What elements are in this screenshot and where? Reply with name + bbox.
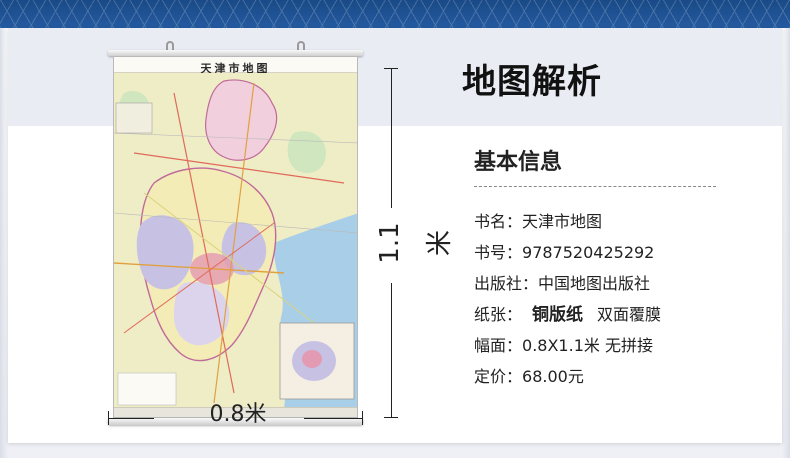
info-row-price: 定价：68.00元 [474, 366, 584, 388]
section-title: 基本信息 [474, 150, 563, 175]
height-line-bottom [391, 283, 392, 418]
size-label: 幅面： [474, 336, 523, 355]
info-row-publisher: 出版社：中国地图出版社 [474, 273, 650, 295]
map-title-bar: 天津市地图 [114, 57, 357, 75]
info-row-isbn: 书号：9787520425292 [474, 242, 654, 264]
width-tick-right [362, 411, 363, 425]
map-illustration [114, 73, 357, 409]
name-value: 天津市地图 [522, 212, 603, 231]
left-shadow [0, 28, 8, 458]
panel-title: 地图解析 [462, 62, 602, 102]
publisher-label: 出版社： [474, 274, 539, 293]
width-label: 0.8米 [209, 402, 267, 427]
banner-pattern [0, 0, 790, 28]
height-label: 1.1米 [375, 222, 455, 264]
wall-map-image: 天津市地图 [108, 41, 363, 425]
width-line-left [108, 418, 154, 419]
size-value: 0.8X1.1米 无拼接 [522, 336, 653, 355]
price-label: 定价： [474, 367, 523, 386]
isbn-label: 书号： [474, 243, 523, 262]
height-tick-bottom [384, 417, 398, 418]
right-shadow [782, 28, 790, 458]
paper-value: 铜版纸 [532, 305, 584, 325]
name-label: 书名： [474, 212, 523, 231]
info-row-name: 书名：天津市地图 [474, 211, 602, 233]
section-divider [474, 186, 716, 187]
isbn-value: 9787520425292 [522, 243, 655, 262]
paper-label: 纸张： [474, 305, 523, 324]
map-sheet: 天津市地图 [113, 56, 358, 418]
top-banner [0, 0, 790, 28]
price-value: 68.00元 [522, 367, 584, 386]
width-line-right [304, 418, 362, 419]
height-line-top [391, 68, 392, 208]
paper-extra: 双面覆膜 [597, 305, 662, 324]
publisher-value: 中国地图出版社 [538, 274, 651, 293]
info-row-size: 幅面：0.8X1.1米 无拼接 [474, 335, 653, 357]
product-card: 天津市地图 1.1米 0.8米 地图解析 基本信息 书名：天津市地图 书号：97… [8, 28, 782, 443]
info-row-paper: 纸张： 铜版纸 双面覆膜 [474, 304, 661, 326]
